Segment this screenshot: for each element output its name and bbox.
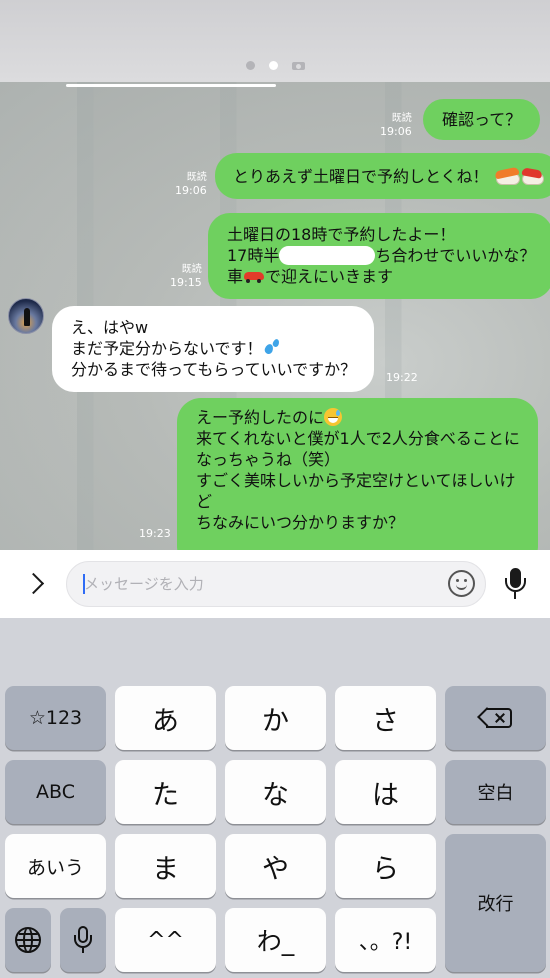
message-input-bar [0,550,550,618]
message-time: 19:23 [139,527,171,540]
return-key[interactable]: 改行 [445,834,546,972]
kana-key-na[interactable]: な [225,760,326,824]
message-bubble-mine[interactable]: えー予約したのに 来てくれないと僕が1人で2人分食べることに なっちゃうね（笑）… [177,398,538,550]
message-text: 確認って？ [442,110,522,129]
redacted-block [279,246,376,265]
message-bubble-mine[interactable]: 土曜日の18時で予約したよー！ 17時半 ち合わせでいいかな？ 車 で迎えにいきます [208,213,550,299]
sweat-smile-emoji-icon [324,408,343,426]
kana-key-ma[interactable]: ま [115,834,216,898]
read-receipt: 既読 [391,113,412,124]
sushi-emoji-icon [494,168,520,185]
message-text: えー予約したのに [196,408,325,427]
avatar[interactable] [8,298,44,334]
car-emoji-icon [243,269,265,283]
read-receipt: 既読 [181,264,202,275]
punctuation-key[interactable]: 、。?! [335,908,436,972]
read-receipt: 既読 [186,172,207,183]
message-text: とりあえず土曜日で予約しとくね！ [233,167,489,186]
page-dot[interactable] [245,60,255,70]
message-time: 19:22 [386,371,418,384]
symbols-key[interactable]: ☆123 [5,686,106,750]
scroll-indicator [66,84,276,87]
backspace-icon [476,706,513,730]
message-meta: 既読 19:06 [175,171,207,197]
page-dot-active[interactable] [268,60,278,70]
message-bubble-mine[interactable]: 確認って？ [423,99,541,140]
message-text: ちなみにいつ分かりますか？ [196,513,405,532]
message-text: 17時半 [227,246,280,265]
message-text: ど [196,492,213,511]
globe-key[interactable] [5,908,51,972]
message-text: すごく美味しいから予定空けといてほしいけ [196,471,516,490]
kana-key-ya[interactable]: や [225,834,326,898]
kaomoji-key[interactable]: ^^ [115,908,216,972]
message-time: 19:06 [380,125,412,138]
message-time: 19:06 [175,184,207,197]
camera-icon[interactable] [291,60,305,70]
page-indicator [0,60,550,70]
text-caret [83,574,85,594]
top-strip [0,0,550,82]
globe-icon [15,927,41,953]
message-text: 分かるまで待ってもらっていいですか？ [71,360,357,379]
kana-key-ka[interactable]: か [225,686,326,750]
kana-key-ta[interactable]: た [115,760,216,824]
sweat-drops-emoji-icon [263,339,281,357]
message-bubble-theirs[interactable]: え、はやw まだ予定分からないです！ 分かるまで待ってもらっていいですか？ [52,306,375,392]
kana-key-a[interactable]: あ [115,686,216,750]
message-meta: 19:23 [139,527,171,540]
message-input[interactable] [66,561,486,607]
dictation-key[interactable] [60,908,106,972]
message-text: 来てくれないと僕が1人で2人分食べることに [196,429,520,448]
message-text: 車 [227,267,244,286]
message-text: まだ予定分からないです！ [71,339,263,358]
chevron-right-icon[interactable] [20,568,48,600]
microphone-icon [73,926,93,954]
message-text: で迎えにいきます [265,267,394,286]
keyboard: ☆123 あ か さ ABC た な は 空白 あいう ま や ら 改行 ^^ … [0,618,550,978]
smiley-icon[interactable] [448,570,475,597]
kana-key-ha[interactable]: は [335,760,436,824]
kana-key-ra[interactable]: ら [335,834,436,898]
message-text: なっちゃうね（笑） [196,450,341,469]
microphone-icon[interactable] [502,566,530,602]
message-bubble-mine[interactable]: とりあえず土曜日で予約しとくね！ [215,153,550,199]
message-text: 土曜日の18時で予約したよー！ [227,225,456,244]
backspace-key[interactable] [445,686,546,750]
kana-key-sa[interactable]: さ [335,686,436,750]
message-time: 19:15 [170,276,202,289]
message-meta: 既読 19:06 [380,112,412,138]
message-text: ち合わせでいいかな？ [375,246,536,265]
abc-key[interactable]: ABC [5,760,106,824]
message-text-line: まだ予定分からないです！ [71,338,356,359]
sushi-emoji-icon [520,168,544,185]
message-text-line: えー予約したのに [196,407,520,428]
space-key[interactable]: 空白 [445,760,546,824]
aiu-key[interactable]: あいう [5,834,106,898]
message-meta: 19:22 [386,371,418,384]
message-text: え、はやw [71,318,149,337]
message-text-line: 17時半 ち合わせでいいかな？ [227,245,535,266]
kana-key-wa[interactable]: わ_ [225,908,326,972]
message-text-line: 車 で迎えにいきます [227,266,535,287]
chat-area[interactable]: 既読 19:06 確認って？ 既読 19:06 とりあえず土曜日で予約しとくね！… [0,82,550,550]
message-meta: 既読 19:15 [170,263,202,289]
